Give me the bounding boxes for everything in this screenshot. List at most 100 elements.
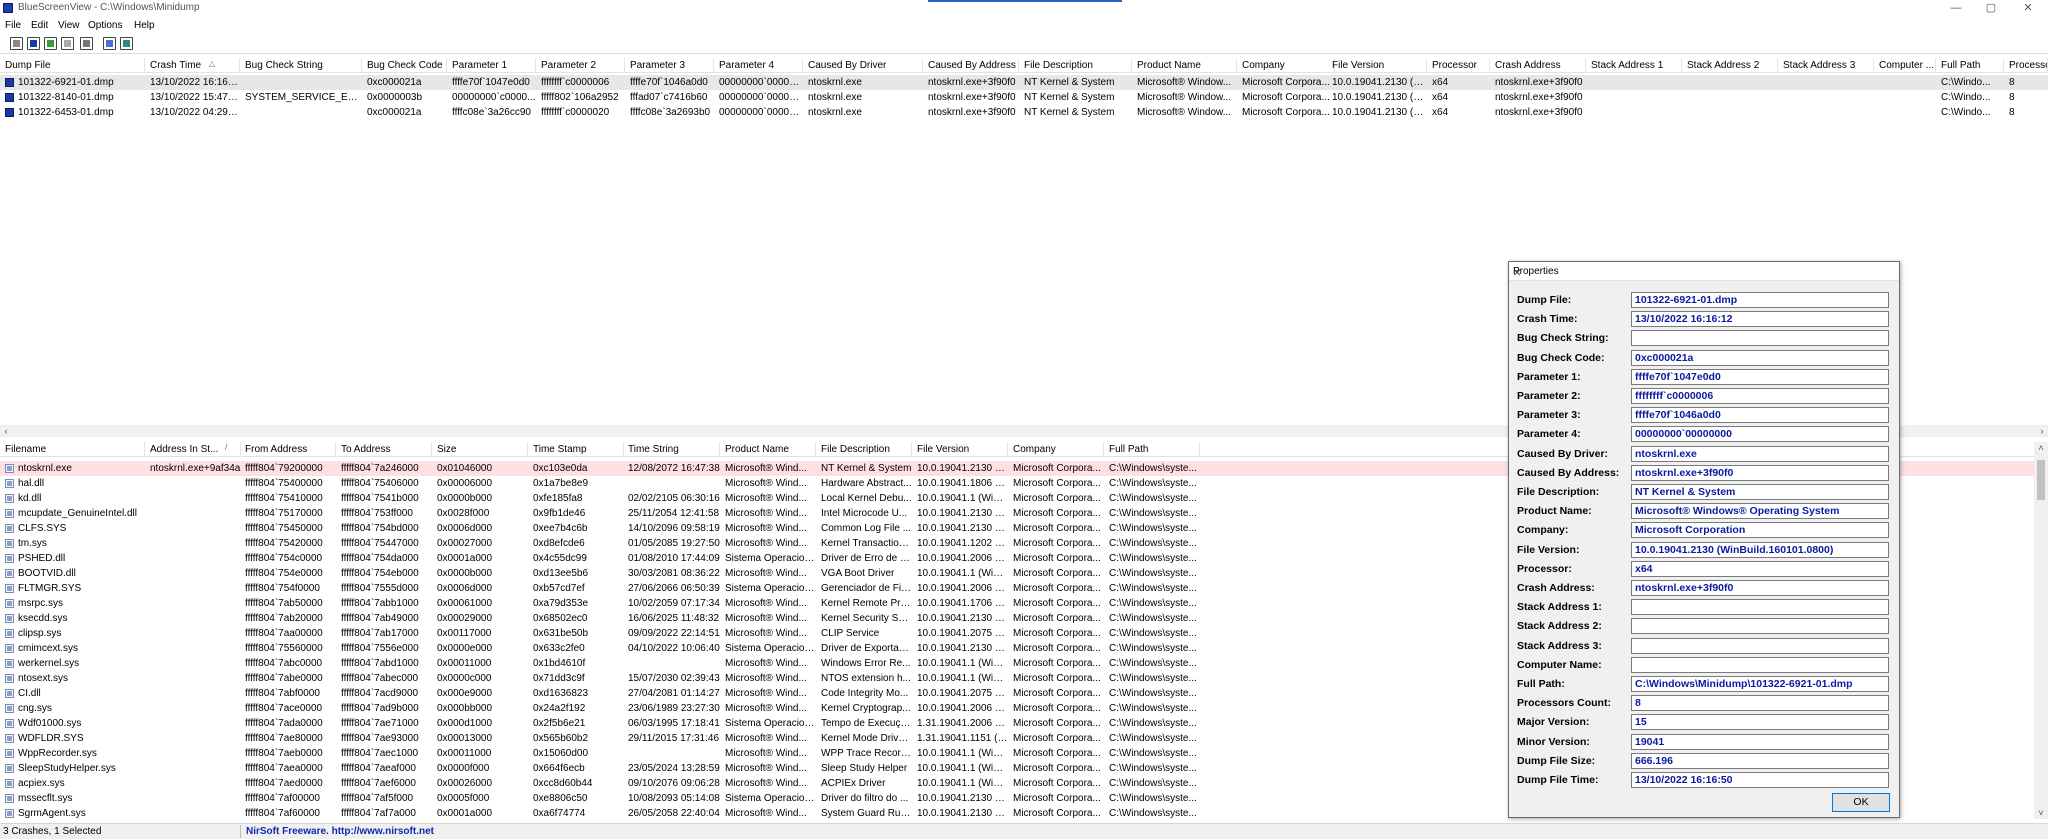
column-header-company[interactable]: Company [1008, 442, 1104, 457]
exit-icon[interactable] [120, 37, 133, 50]
property-value-field[interactable]: Microsoft® Windows® Operating System [1631, 503, 1889, 520]
property-value-field[interactable]: 13/10/2022 16:16:12 [1631, 311, 1889, 328]
column-header-processor[interactable]: Processor... [2004, 58, 2048, 73]
menu-view[interactable]: View [58, 20, 80, 31]
vertical-scrollbar[interactable]: ˄ ˅ [2034, 442, 2048, 819]
column-header-product-name[interactable]: Product Name [1132, 58, 1237, 73]
scroll-right-icon[interactable]: › [2036, 425, 2048, 437]
advanced-options-icon[interactable] [80, 37, 93, 50]
property-value-field[interactable] [1631, 618, 1889, 635]
property-value-field[interactable]: 00000000`00000000 [1631, 426, 1889, 443]
property-value-field[interactable] [1631, 330, 1889, 347]
crash-row[interactable]: 101322-6453-01.dmp 13/10/2022 04:29:37 0xc… [0, 105, 2048, 120]
scroll-thumb[interactable] [2037, 460, 2045, 500]
properties-icon[interactable] [10, 37, 23, 50]
cell-size: 0x00026000 [437, 778, 493, 789]
cell-time-stamp: 0xa6f74774 [533, 808, 586, 819]
property-value-field[interactable]: ntoskrnl.exe [1631, 445, 1889, 462]
property-value-field[interactable]: ffffffff`c0000006 [1631, 388, 1889, 404]
column-header-stack-address-3[interactable]: Stack Address 3 [1778, 58, 1874, 73]
property-value-field[interactable]: ntoskrnl.exe+3f90f0 [1631, 464, 1889, 481]
column-header-time-stamp[interactable]: Time Stamp [528, 442, 624, 457]
column-header-file-version[interactable]: File Version [912, 442, 1008, 457]
property-value-field[interactable]: ntoskrnl.exe+3f90f0 [1631, 580, 1889, 596]
column-header-company[interactable]: Company [1237, 58, 1335, 73]
column-header-crash-address[interactable]: Crash Address [1490, 58, 1586, 73]
scroll-down-icon[interactable]: ˅ [2034, 807, 2048, 819]
copy-icon[interactable] [61, 37, 74, 50]
crash-row[interactable]: 101322-8140-01.dmp 13/10/2022 15:47:57 SYS… [0, 90, 2048, 105]
cell-to-address: fffff804`753ff000 [341, 508, 413, 519]
column-header-bug-check-string[interactable]: Bug Check String [240, 58, 362, 73]
minimize-icon[interactable]: — [1940, 0, 1972, 16]
cell-filename: kd.dll [18, 493, 42, 504]
column-header-crash-time[interactable]: Crash Time [145, 58, 240, 73]
nirsoft-link[interactable]: NirSoft Freeware. http://www.nirsoft.net [246, 826, 434, 837]
cell-caused-by-address: ntoskrnl.exe+3f90f0 [928, 77, 1016, 88]
menu-help[interactable]: Help [134, 20, 155, 31]
column-header-filename[interactable]: Filename [0, 442, 145, 457]
cell-address-in-st [145, 626, 241, 641]
column-header-product-name[interactable]: Product Name [720, 442, 816, 457]
cell-time-stamp: 0x4c55dc99 [533, 553, 587, 564]
column-header-to-address[interactable]: To Address [336, 442, 432, 457]
property-value-field[interactable]: 10.0.19041.2130 (WinBuild.160101.0800) [1631, 541, 1889, 558]
property-value-field[interactable]: NT Kernel & System [1631, 484, 1889, 500]
column-header-parameter-1[interactable]: Parameter 1 [447, 58, 536, 73]
column-header-dump-file[interactable]: Dump File [0, 58, 145, 73]
scroll-left-icon[interactable]: ‹ [0, 425, 12, 437]
property-value-field[interactable]: ffffe70f`1046a0d0 [1631, 407, 1889, 424]
property-label: Processors Count: [1517, 697, 1611, 710]
column-header-parameter-4[interactable]: Parameter 4 [714, 58, 803, 73]
property-value-field[interactable]: 8 [1631, 695, 1889, 712]
column-header-file-description[interactable]: File Description [816, 442, 912, 457]
column-header-full-path[interactable]: Full Path [1936, 58, 2004, 73]
property-value-field[interactable]: 15 [1631, 714, 1889, 731]
property-value-field[interactable] [1631, 656, 1889, 673]
crash-row[interactable]: 101322-6921-01.dmp 13/10/2022 16:16:12 0xc… [0, 75, 2048, 90]
column-header-full-path[interactable]: Full Path [1104, 442, 1200, 457]
property-value-field[interactable]: 0xc000021a [1631, 349, 1889, 366]
column-header-from-address[interactable]: From Address [240, 442, 336, 457]
menu-edit[interactable]: Edit [31, 20, 48, 31]
property-value-field[interactable]: 19041 [1631, 733, 1889, 750]
property-label: Crash Address: [1517, 582, 1595, 594]
column-header-caused-by-address[interactable]: Caused By Address [923, 58, 1019, 73]
cell-processor: 8 [2009, 77, 2015, 88]
ok-button[interactable]: OK [1832, 793, 1890, 812]
column-header-stack-address-1[interactable]: Stack Address 1 [1586, 58, 1682, 73]
column-header-processor[interactable]: Processor [1427, 58, 1490, 73]
property-value-field[interactable] [1631, 637, 1889, 654]
column-header-file-description[interactable]: File Description [1019, 58, 1132, 73]
property-label: Parameter 1: [1517, 370, 1581, 383]
column-header-caused-by-driver[interactable]: Caused By Driver [803, 58, 923, 73]
column-header-computer[interactable]: Computer ... [1874, 58, 1936, 73]
cell-product-name: Microsoft® Wind... [725, 658, 807, 669]
maximize-icon[interactable]: ▢ [1975, 0, 2007, 16]
property-value-field[interactable]: 666.196 [1631, 752, 1889, 769]
column-header-size[interactable]: Size [432, 442, 528, 457]
column-header-time-string[interactable]: Time String [623, 442, 720, 457]
save-icon[interactable] [27, 37, 40, 50]
menu-options[interactable]: Options [88, 20, 122, 31]
column-header-bug-check-code[interactable]: Bug Check Code [362, 58, 447, 73]
column-header-parameter-3[interactable]: Parameter 3 [625, 58, 714, 73]
cell-bug-check-code: 0xc000021a [367, 107, 422, 118]
property-value-field[interactable]: C:\Windows\Minidump\101322-6921-01.dmp [1631, 676, 1889, 692]
dialog-close-icon[interactable]: ✕ [1513, 266, 1893, 282]
property-value-field[interactable]: 13/10/2022 16:16:50 [1631, 772, 1889, 788]
property-value-field[interactable]: ffffe70f`1047e0d0 [1631, 368, 1889, 385]
menu-file[interactable]: File [5, 20, 21, 31]
cell-caused-by-address: ntoskrnl.exe+3f90f0 [928, 107, 1016, 118]
property-value-field[interactable] [1631, 599, 1889, 616]
property-value-field[interactable]: Microsoft Corporation [1631, 522, 1889, 539]
column-header-stack-address-2[interactable]: Stack Address 2 [1682, 58, 1778, 73]
property-value-field[interactable]: 101322-6921-01.dmp [1631, 292, 1889, 308]
column-header-file-version[interactable]: File Version [1327, 58, 1427, 73]
close-icon[interactable]: ✕ [2012, 0, 2044, 16]
html-report-icon[interactable] [44, 37, 57, 50]
property-value-field[interactable]: x64 [1631, 560, 1889, 577]
find-icon[interactable] [103, 37, 116, 50]
column-header-parameter-2[interactable]: Parameter 2 [536, 58, 625, 73]
scroll-up-icon[interactable]: ˄ [2034, 442, 2048, 454]
